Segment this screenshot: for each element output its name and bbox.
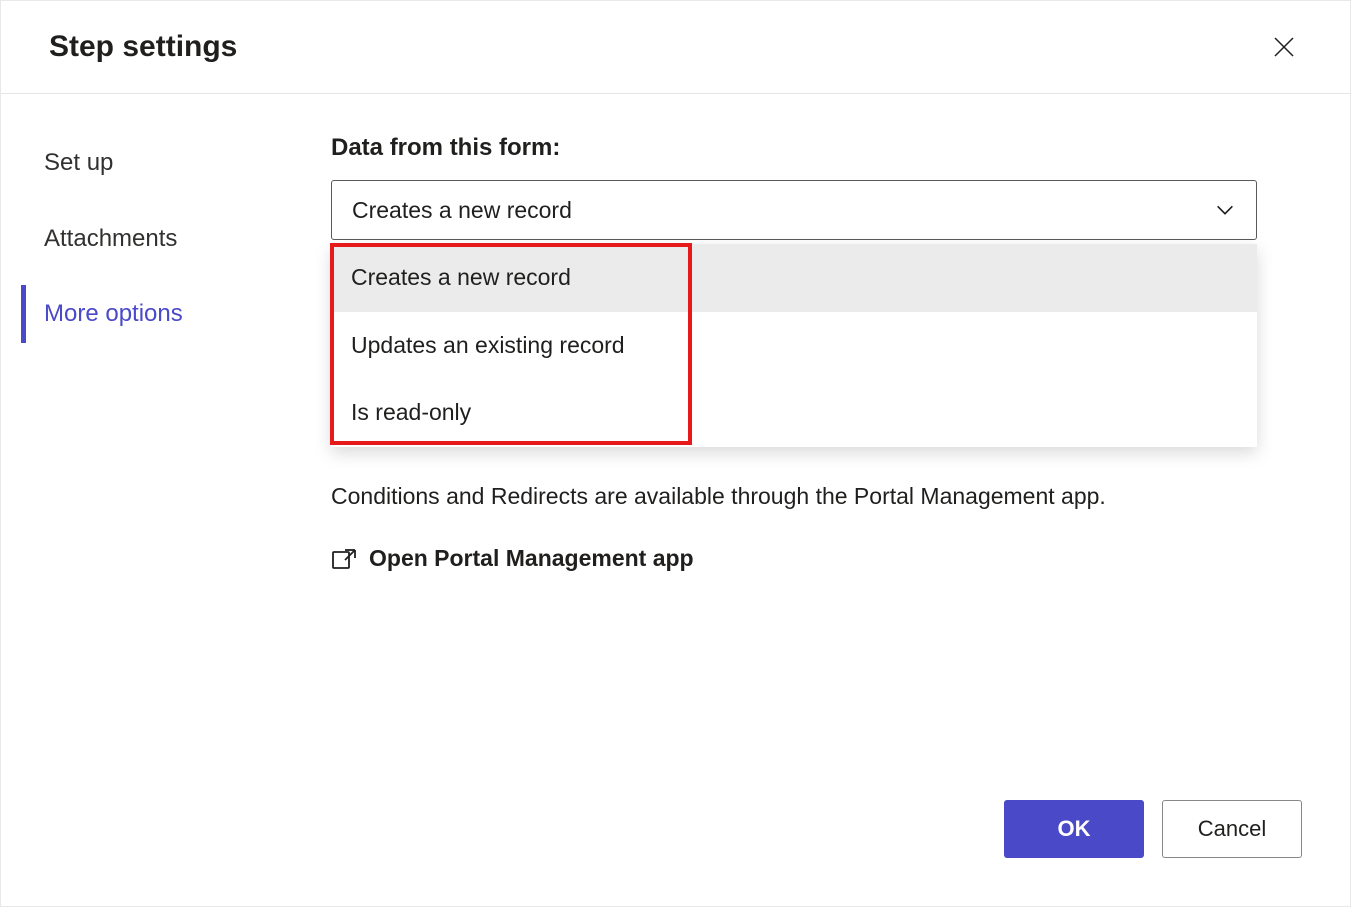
external-link-icon	[331, 548, 357, 570]
dropdown-option-creates-new[interactable]: Creates a new record	[331, 244, 1257, 312]
close-button[interactable]	[1266, 29, 1302, 65]
close-icon	[1272, 35, 1296, 59]
dialog-footer: OK Cancel	[1, 800, 1350, 906]
dialog-body: Set up Attachments More options Data fro…	[1, 94, 1350, 800]
field-label: Data from this form:	[331, 134, 1302, 162]
sidebar-item-label: Set up	[44, 149, 113, 176]
button-label: Cancel	[1198, 816, 1266, 842]
dialog-title: Step settings	[49, 30, 237, 64]
button-label: OK	[1058, 816, 1091, 842]
step-settings-dialog: Step settings Set up Attachments More op…	[0, 0, 1351, 907]
sidebar-item-setup[interactable]: Set up	[21, 134, 331, 192]
ok-button[interactable]: OK	[1004, 800, 1144, 858]
dropdown-option-label: Creates a new record	[351, 264, 571, 290]
dropdown-option-updates-existing[interactable]: Updates an existing record	[331, 312, 1257, 380]
content-panel: Data from this form: Creates a new recor…	[331, 134, 1350, 800]
cancel-button[interactable]: Cancel	[1162, 800, 1302, 858]
data-from-form-select[interactable]: Creates a new record	[331, 180, 1257, 240]
dropdown-option-label: Updates an existing record	[351, 332, 625, 358]
sidebar: Set up Attachments More options	[1, 134, 331, 800]
select-value: Creates a new record	[352, 197, 572, 224]
dropdown-option-read-only[interactable]: Is read-only	[331, 379, 1257, 447]
dialog-header: Step settings	[1, 1, 1350, 94]
sidebar-item-more-options[interactable]: More options	[21, 285, 331, 343]
description-text: Conditions and Redirects are available t…	[331, 480, 1257, 513]
portal-link-label: Open Portal Management app	[369, 545, 694, 572]
sidebar-item-label: More options	[44, 300, 183, 327]
dropdown-option-label: Is read-only	[351, 399, 471, 425]
data-from-form-dropdown: Creates a new record Updates an existing…	[331, 244, 1257, 447]
sidebar-item-attachments[interactable]: Attachments	[21, 210, 331, 268]
sidebar-item-label: Attachments	[44, 225, 177, 252]
open-portal-management-link[interactable]: Open Portal Management app	[331, 545, 1302, 572]
chevron-down-icon	[1214, 199, 1236, 221]
